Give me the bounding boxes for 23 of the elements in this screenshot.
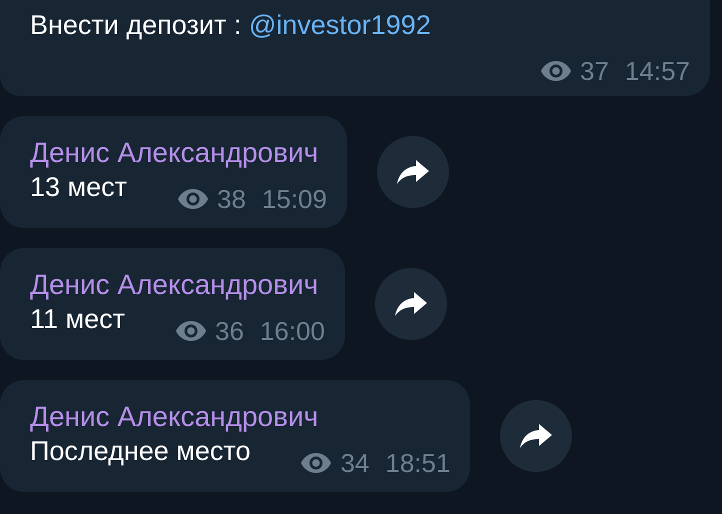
message-text: 11 мест — [30, 303, 125, 336]
author-name: Денис Александрович — [30, 136, 320, 170]
author-name: Денис Александрович — [30, 400, 320, 434]
eye-icon — [176, 188, 209, 210]
eye-icon — [174, 320, 207, 342]
share-icon — [396, 159, 430, 185]
share-icon — [519, 423, 554, 449]
message-text: Последнее место — [30, 435, 250, 468]
message-text: 13 мест — [30, 171, 127, 204]
username-link[interactable]: @investor1992 — [248, 10, 431, 40]
view-count: 38 — [216, 183, 246, 216]
view-count: 34 — [340, 447, 370, 480]
eye-icon — [300, 452, 332, 474]
share-icon — [394, 291, 428, 317]
message-time: 14:57 — [624, 55, 690, 88]
view-count: 36 — [214, 315, 244, 348]
message-time: 15:09 — [262, 183, 327, 216]
author-name: Денис Александрович — [30, 268, 320, 302]
message-text: Внести депозит : @investor1992 — [30, 9, 431, 42]
eye-icon — [540, 60, 572, 82]
message-time: 16:00 — [260, 315, 325, 348]
view-count: 37 — [580, 55, 609, 88]
message-time: 18:51 — [385, 447, 450, 480]
